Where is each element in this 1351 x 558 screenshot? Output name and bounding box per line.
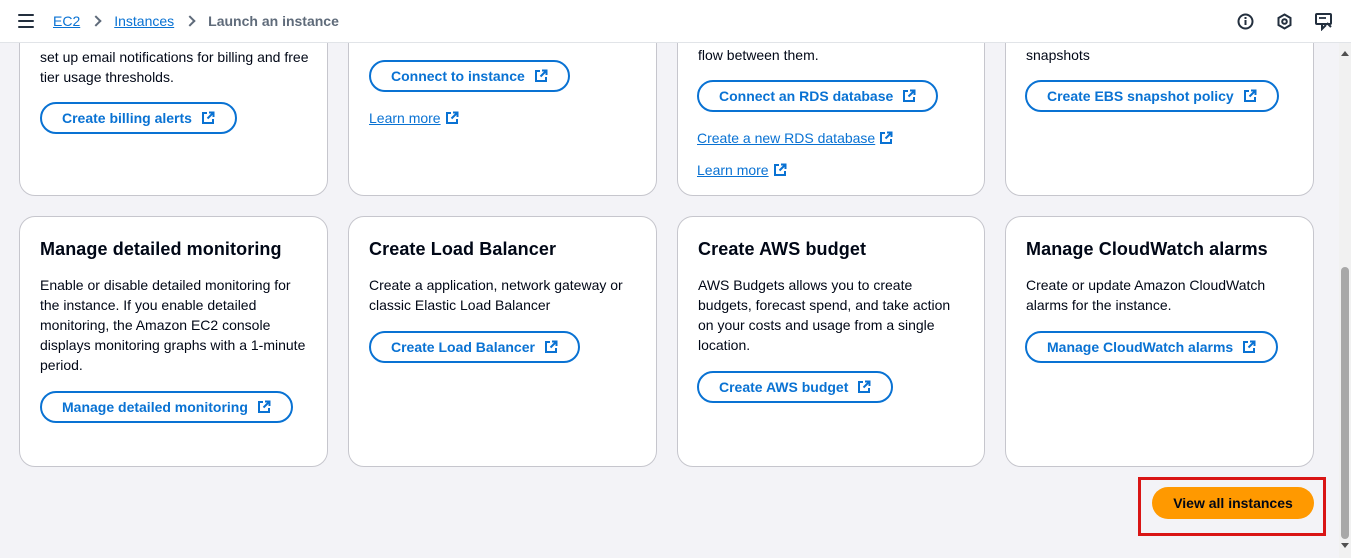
card-cloudwatch-alarms: Manage CloudWatch alarms Create or updat… xyxy=(1005,216,1314,467)
external-link-icon xyxy=(201,111,215,124)
settings-hexagon-icon[interactable] xyxy=(1275,12,1294,31)
learn-more-link[interactable]: Learn more xyxy=(697,162,787,178)
external-link-icon xyxy=(257,400,271,413)
chevron-right-icon xyxy=(90,15,102,27)
scrollbar[interactable] xyxy=(1339,43,1351,558)
scroll-up-arrow-icon[interactable] xyxy=(1341,51,1349,56)
breadcrumb-ec2[interactable]: EC2 xyxy=(53,13,80,29)
card-description: Create a application, network gateway or… xyxy=(369,277,623,313)
card-load-balancer: Create Load Balancer Create a applicatio… xyxy=(348,216,657,467)
create-ebs-snapshot-policy-button[interactable]: Create EBS snapshot policy xyxy=(1025,80,1279,112)
card-description: AWS Budgets allows you to create budgets… xyxy=(698,277,951,353)
create-billing-alerts-button[interactable]: Create billing alerts xyxy=(40,102,237,134)
scroll-down-arrow-icon[interactable] xyxy=(1341,543,1349,548)
card-description: Enable or disable detailed monitoring fo… xyxy=(40,277,306,373)
button-label: Manage CloudWatch alarms xyxy=(1047,339,1234,355)
button-label: Create billing alerts xyxy=(62,110,192,126)
top-bar: EC2 Instances Launch an instance xyxy=(0,0,1351,43)
create-aws-budget-button[interactable]: Create AWS budget xyxy=(697,371,894,403)
external-link-icon xyxy=(858,380,871,393)
external-link-icon xyxy=(534,69,548,82)
card-description: set up email notifications for billing a… xyxy=(40,49,309,85)
info-icon[interactable] xyxy=(1236,12,1255,31)
breadcrumb-current: Launch an instance xyxy=(208,13,339,29)
button-label: Create AWS budget xyxy=(719,379,849,395)
button-label: Connect to instance xyxy=(391,68,525,84)
card-aws-budget: Create AWS budget AWS Budgets allows you… xyxy=(677,216,985,467)
card-title: Manage detailed monitoring xyxy=(40,239,282,259)
card-description: snapshots xyxy=(1026,47,1090,63)
view-all-instances-button[interactable]: View all instances xyxy=(1152,487,1314,519)
link-label: Learn more xyxy=(697,162,769,178)
menu-icon[interactable] xyxy=(18,14,34,28)
create-rds-database-link[interactable]: Create a new RDS database xyxy=(697,130,893,146)
feedback-icon[interactable] xyxy=(1314,12,1333,31)
external-link-icon xyxy=(903,89,916,102)
link-label: Create a new RDS database xyxy=(697,130,876,146)
external-link-icon xyxy=(773,163,787,176)
button-label: Connect an RDS database xyxy=(719,88,894,104)
learn-more-link[interactable]: Learn more xyxy=(369,110,459,126)
card-description: flow between them. xyxy=(698,47,819,63)
card-ebs-snapshot: snapshots Create EBS snapshot policy xyxy=(1005,43,1314,196)
connect-to-instance-button[interactable]: Connect to instance xyxy=(369,60,570,92)
scrollbar-thumb[interactable] xyxy=(1341,267,1349,539)
button-label: Create Load Balancer xyxy=(391,339,535,355)
card-connect-instance: Connect to instance Learn more xyxy=(348,43,657,196)
card-rds-database: flow between them. Connect an RDS databa… xyxy=(677,43,985,196)
external-link-icon xyxy=(445,111,459,124)
external-link-icon xyxy=(1243,89,1257,102)
card-title: Create AWS budget xyxy=(698,239,867,259)
card-title: Manage CloudWatch alarms xyxy=(1026,239,1268,259)
card-description: Create or update Amazon CloudWatch alarm… xyxy=(1026,277,1266,313)
external-link-icon xyxy=(1243,340,1256,353)
button-label: Create EBS snapshot policy xyxy=(1047,88,1234,104)
card-title: Create Load Balancer xyxy=(369,239,557,259)
external-link-icon xyxy=(544,340,558,353)
breadcrumb-instances[interactable]: Instances xyxy=(114,13,174,29)
breadcrumb: EC2 Instances Launch an instance xyxy=(53,13,339,29)
external-link-icon xyxy=(880,131,893,144)
card-detailed-monitoring: Manage detailed monitoring Enable or dis… xyxy=(19,216,328,467)
connect-rds-database-button[interactable]: Connect an RDS database xyxy=(697,80,939,112)
manage-detailed-monitoring-button[interactable]: Manage detailed monitoring xyxy=(40,391,293,423)
button-label: Manage detailed monitoring xyxy=(62,399,248,415)
card-billing-alerts: set up email notifications for billing a… xyxy=(19,43,328,196)
link-label: Learn more xyxy=(369,110,441,126)
create-load-balancer-button[interactable]: Create Load Balancer xyxy=(369,331,580,363)
manage-cloudwatch-alarms-button[interactable]: Manage CloudWatch alarms xyxy=(1025,331,1279,363)
chevron-right-icon xyxy=(184,15,196,27)
